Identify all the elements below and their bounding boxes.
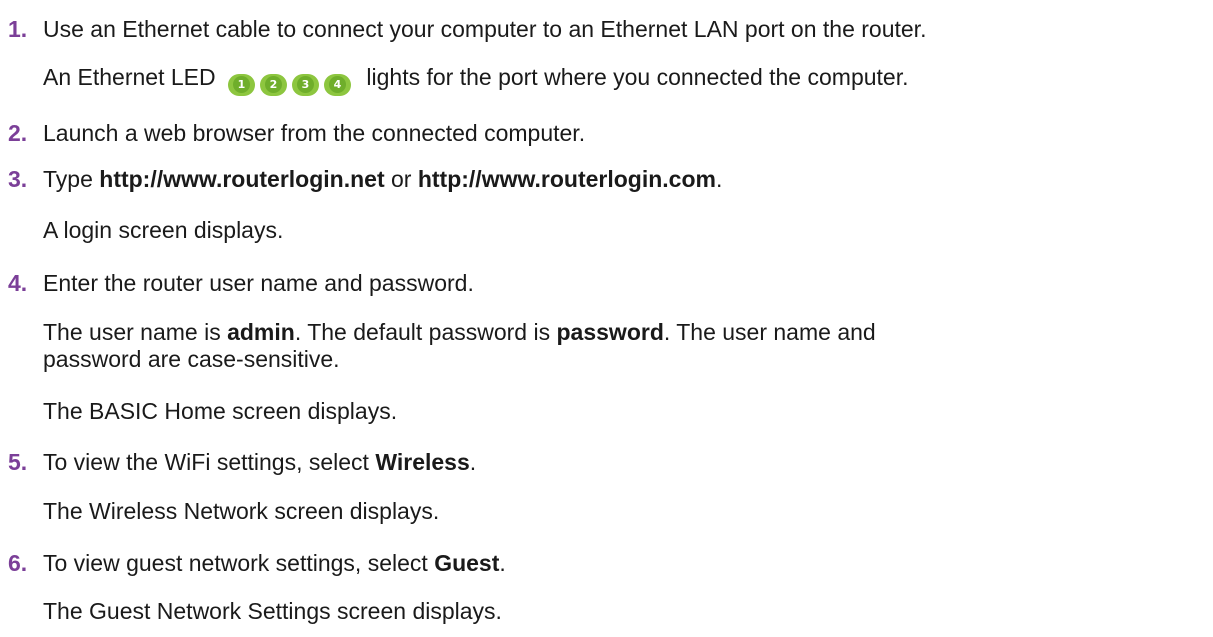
step-text: To view guest network settings, select G…	[43, 550, 506, 576]
step-note: A login screen displays.	[43, 217, 284, 243]
ethernet-led-icon: 2	[260, 74, 287, 96]
url-link[interactable]: http://www.routerlogin.com	[418, 166, 716, 192]
step-number: 5.	[8, 449, 28, 475]
step-note: An Ethernet LED 1234 lights for the port…	[43, 62, 909, 96]
menu-selection: Wireless	[375, 449, 470, 475]
note-text: lights for the port where you connected …	[366, 64, 909, 90]
url-link[interactable]: http://www.routerlogin.net	[99, 166, 384, 192]
step-number: 1.	[8, 16, 28, 42]
menu-selection: Guest	[434, 550, 500, 576]
step-number: 6.	[8, 550, 28, 576]
step-text: Launch a web browser from the connected …	[43, 120, 586, 146]
step-note: The Guest Network Settings screen displa…	[43, 598, 502, 624]
password-value: password	[556, 319, 664, 345]
note-text: An Ethernet LED	[43, 64, 216, 90]
username-value: admin	[227, 319, 295, 345]
step-text: Enter the router user name and password.	[43, 270, 474, 296]
step-text: Type http://www.routerlogin.net or http:…	[43, 166, 723, 192]
step-number: 3.	[8, 166, 28, 192]
step-text: Use an Ethernet cable to connect your co…	[43, 16, 927, 42]
step-note: The Wireless Network screen displays.	[43, 498, 440, 524]
ethernet-led-icon: 3	[292, 74, 319, 96]
step-number: 4.	[8, 270, 28, 296]
ethernet-led-icon: 4	[324, 74, 351, 96]
ethernet-led-icon: 1	[228, 74, 255, 96]
step-note: The BASIC Home screen displays.	[43, 398, 398, 424]
step-text: To view the WiFi settings, select Wirele…	[43, 449, 477, 475]
step-note: The user name is admin. The default pass…	[43, 319, 876, 345]
step-note: password are case-sensitive.	[43, 346, 340, 372]
ethernet-led-group: 1234	[228, 65, 356, 96]
step-number: 2.	[8, 120, 28, 146]
